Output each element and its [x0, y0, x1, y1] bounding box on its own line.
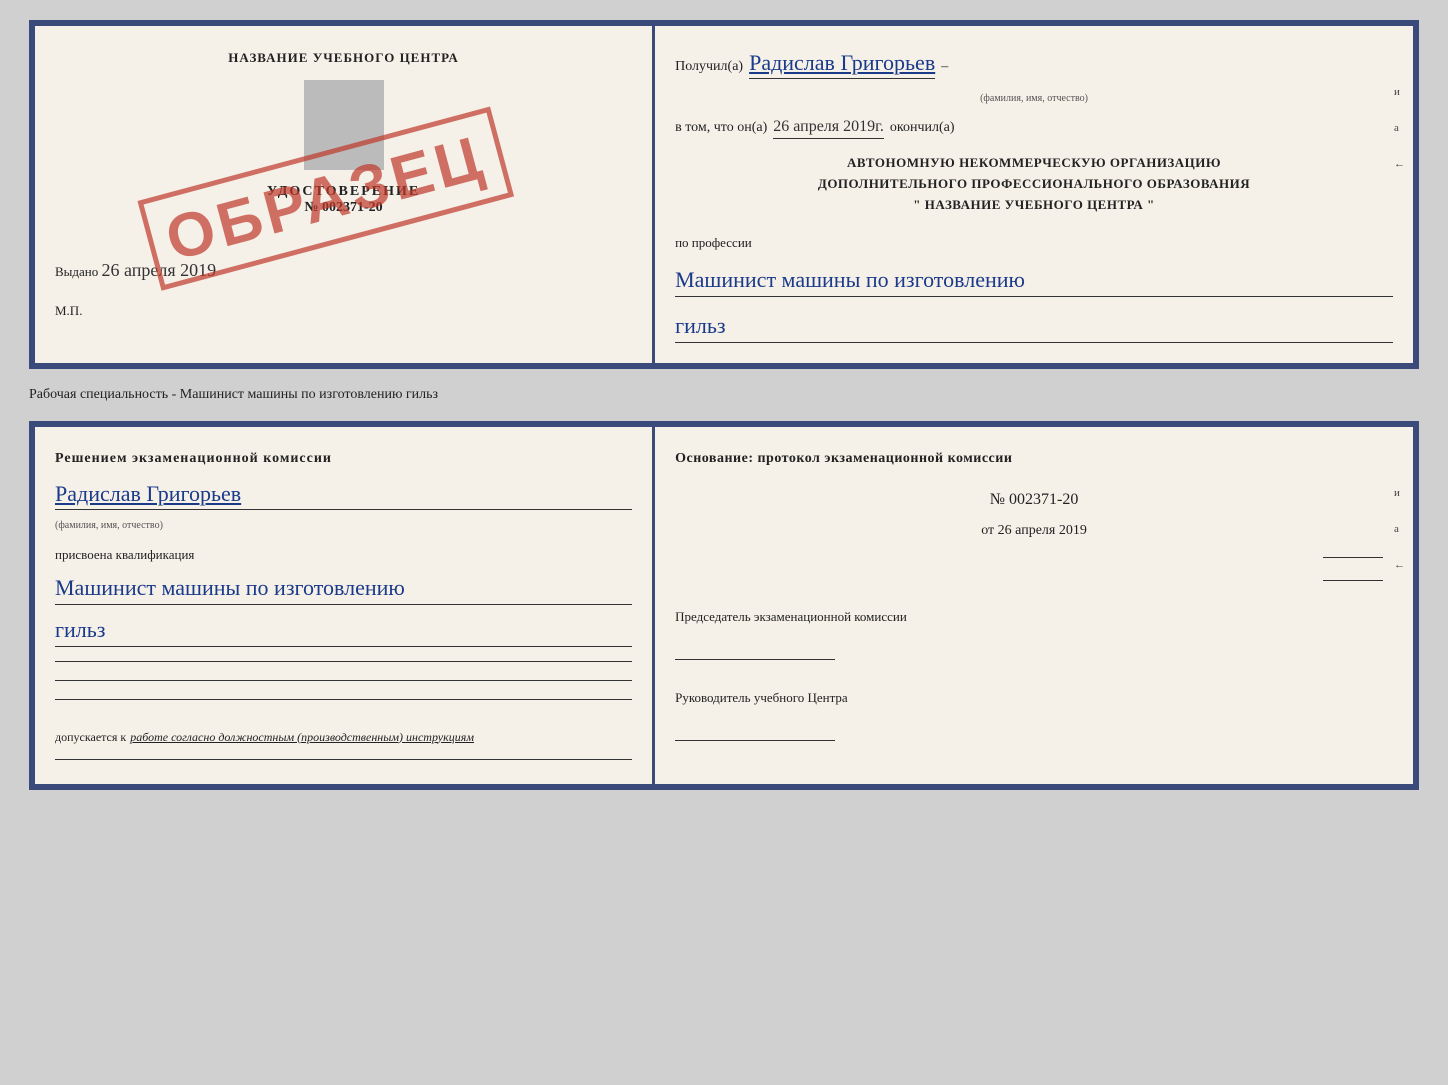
- chairman-label: Председатель экзаменационной комиссии: [675, 609, 1393, 625]
- vtom-line: в том, что он(а) 26 апреля 2019г. окончи…: [675, 118, 1393, 139]
- profession-line1-top: Машинист машины по изготовлению: [675, 265, 1393, 297]
- bottom-edge-mark-2: а: [1394, 523, 1405, 535]
- rukovoditel-sign-line: [675, 740, 835, 741]
- line-separator-3: [55, 699, 632, 700]
- poluchil-label: Получил(а): [675, 59, 743, 75]
- top-doc-left: НАЗВАНИЕ УЧЕБНОГО ЦЕНТРА УДОСТОВЕРЕНИЕ №…: [35, 26, 655, 363]
- vtom-label: в том, что он(а): [675, 120, 767, 136]
- top-doc-right: Получил(а) Радислав Григорьев – (фамилия…: [655, 26, 1413, 363]
- bottom-document: Решением экзаменационной комиссии Радисл…: [29, 421, 1419, 790]
- edge-mark-2: а: [1394, 122, 1405, 134]
- resheniye-label: Решением экзаменационной комиссии: [55, 451, 632, 467]
- org-line1: АВТОНОМНУЮ НЕКОММЕРЧЕСКУЮ ОРГАНИЗАЦИЮ: [675, 153, 1393, 174]
- vydano-label: Выдано: [55, 264, 98, 279]
- family-label-top: (фамилия, имя, отчество): [675, 93, 1393, 104]
- dopuskaetsya-label: допускается к: [55, 730, 126, 745]
- udostoverenie-label: УДОСТОВЕРЕНИЕ: [55, 184, 632, 200]
- photo-placeholder: [304, 80, 384, 170]
- bottom-edge-mark-3: ←: [1394, 559, 1405, 571]
- bottom-doc-left: Решением экзаменационной комиссии Радисл…: [35, 427, 655, 784]
- profession-line2-bottom: гильз: [55, 615, 632, 647]
- org-line3: " НАЗВАНИЕ УЧЕБНОГО ЦЕНТРА ": [675, 195, 1393, 216]
- profession-line1-bottom: Машинист машины по изготовлению: [55, 573, 632, 605]
- dash-separator: –: [941, 59, 948, 75]
- bottom-edge-mark-1: и: [1394, 487, 1405, 499]
- org-block: АВТОНОМНУЮ НЕКОММЕРЧЕСКУЮ ОРГАНИЗАЦИЮ ДО…: [675, 153, 1393, 215]
- rukovoditel-label: Руководитель учебного Центра: [675, 690, 1393, 706]
- dash-right-2: [1323, 580, 1383, 581]
- line-separator-2: [55, 680, 632, 681]
- line-separator-1: [55, 661, 632, 662]
- recipient-name-bottom: Радислав Григорьев: [55, 481, 632, 510]
- edge-mark-3: ←: [1394, 158, 1405, 170]
- mp-label: М.П.: [55, 303, 632, 319]
- completed-date: 26 апреля 2019г.: [773, 118, 884, 139]
- ot-label: от: [981, 523, 994, 538]
- protocol-number: № 002371-20: [675, 491, 1393, 509]
- prisvoena-label: присвоена квалификация: [55, 547, 632, 563]
- bottom-right-edge-marks: и а ←: [1394, 487, 1405, 571]
- vydano-date: 26 апреля 2019: [102, 260, 217, 280]
- family-label-bottom: (фамилия, имя, отчество): [55, 520, 632, 531]
- chairman-sign-line: [675, 659, 835, 660]
- protocol-date: 26 апреля 2019: [998, 523, 1087, 538]
- certificate-block: УДОСТОВЕРЕНИЕ № 002371-20: [55, 184, 632, 216]
- po-professii-label: по профессии: [675, 235, 1393, 251]
- dopuskaetsya-line: допускается к работе согласно должностны…: [55, 730, 632, 745]
- learning-center-title: НАЗВАНИЕ УЧЕБНОГО ЦЕНТРА: [55, 50, 632, 66]
- separator-label: Рабочая специальность - Машинист машины …: [29, 385, 1419, 405]
- right-edge-marks: и а ←: [1394, 86, 1405, 170]
- profession-line2-top: гильз: [675, 311, 1393, 343]
- protocol-date-line: от 26 апреля 2019: [675, 523, 1393, 539]
- work-text: работе согласно должностным (производств…: [130, 730, 474, 745]
- line-separator-4: [55, 759, 632, 760]
- dash-right-1: [1323, 557, 1383, 558]
- osnovaniye-label: Основание: протокол экзаменационной коми…: [675, 451, 1393, 467]
- top-document: НАЗВАНИЕ УЧЕБНОГО ЦЕНТРА УДОСТОВЕРЕНИЕ №…: [29, 20, 1419, 369]
- edge-mark-1: и: [1394, 86, 1405, 98]
- bottom-doc-right: Основание: протокол экзаменационной коми…: [655, 427, 1413, 784]
- certificate-number: № 002371-20: [55, 200, 632, 216]
- org-line2: ДОПОЛНИТЕЛЬНОГО ПРОФЕССИОНАЛЬНОГО ОБРАЗО…: [675, 174, 1393, 195]
- poluchil-line: Получил(а) Радислав Григорьев –: [675, 50, 1393, 79]
- okonchill-label: окончил(а): [890, 120, 955, 136]
- vydano-line: Выдано 26 апреля 2019: [55, 260, 632, 281]
- recipient-name-top: Радислав Григорьев: [749, 50, 935, 79]
